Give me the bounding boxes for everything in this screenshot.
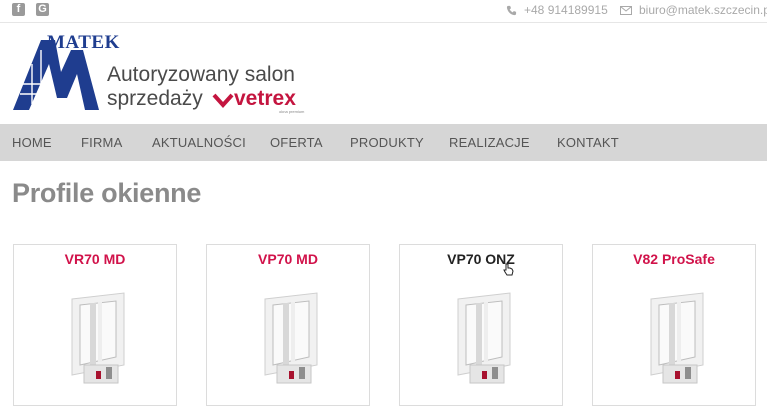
email-contact[interactable]: biuro@matek.szczecin.pl [620,3,767,17]
nav-produkty[interactable]: PRODUKTY [350,135,424,150]
nav-aktualnosci[interactable]: AKTUALNOŚCI [152,135,246,150]
product-card[interactable]: VR70 MD [13,244,177,406]
google-icon[interactable]: G [36,3,49,16]
facebook-icon[interactable]: f [12,3,25,16]
vetrex-subtitle: okna premium [279,109,305,114]
nav-oferta[interactable]: OFERTA [270,135,323,150]
window-profile-image [264,292,318,384]
tagline-line2: sprzedaży [107,87,203,110]
vetrex-chevron-icon [212,93,234,108]
tagline-line1: Autoryzowany salon [107,63,295,86]
vetrex-brand: vetrex [234,87,296,110]
nav-home[interactable]: HOME [12,135,52,150]
product-card[interactable]: VP70 ONZ [399,244,563,406]
brand-name: MATEK [47,32,120,53]
page-title: Profile okienne [12,178,202,208]
product-title[interactable]: VP70 MD [207,251,369,267]
main-nav: HOME FIRMA AKTUALNOŚCI OFERTA PRODUKTY R… [0,124,767,161]
window-profile-image [457,292,511,384]
product-card[interactable]: V82 ProSafe [592,244,756,406]
email-address[interactable]: biuro@matek.szczecin.pl [639,3,767,17]
top-bar: f G +48 914189915 biuro@matek.szczecin.p… [0,0,767,23]
envelope-icon [620,5,632,15]
product-title[interactable]: V82 ProSafe [593,251,755,267]
hand-cursor-icon [503,263,514,276]
nav-firma[interactable]: FIRMA [81,135,122,150]
phone-contact[interactable]: +48 914189915 [506,3,608,17]
window-profile-image [71,292,125,384]
window-profile-image [650,292,704,384]
site-logo[interactable]: MATEK Autoryzowany salon sprzedaży vetre… [11,32,311,117]
phone-number[interactable]: +48 914189915 [524,3,608,17]
phone-icon [506,5,517,15]
product-title[interactable]: VP70 ONZ [400,251,562,267]
product-title[interactable]: VR70 MD [14,251,176,267]
nav-realizacje[interactable]: REALIZACJE [449,135,530,150]
nav-kontakt[interactable]: KONTAKT [557,135,619,150]
product-card[interactable]: VP70 MD [206,244,370,406]
